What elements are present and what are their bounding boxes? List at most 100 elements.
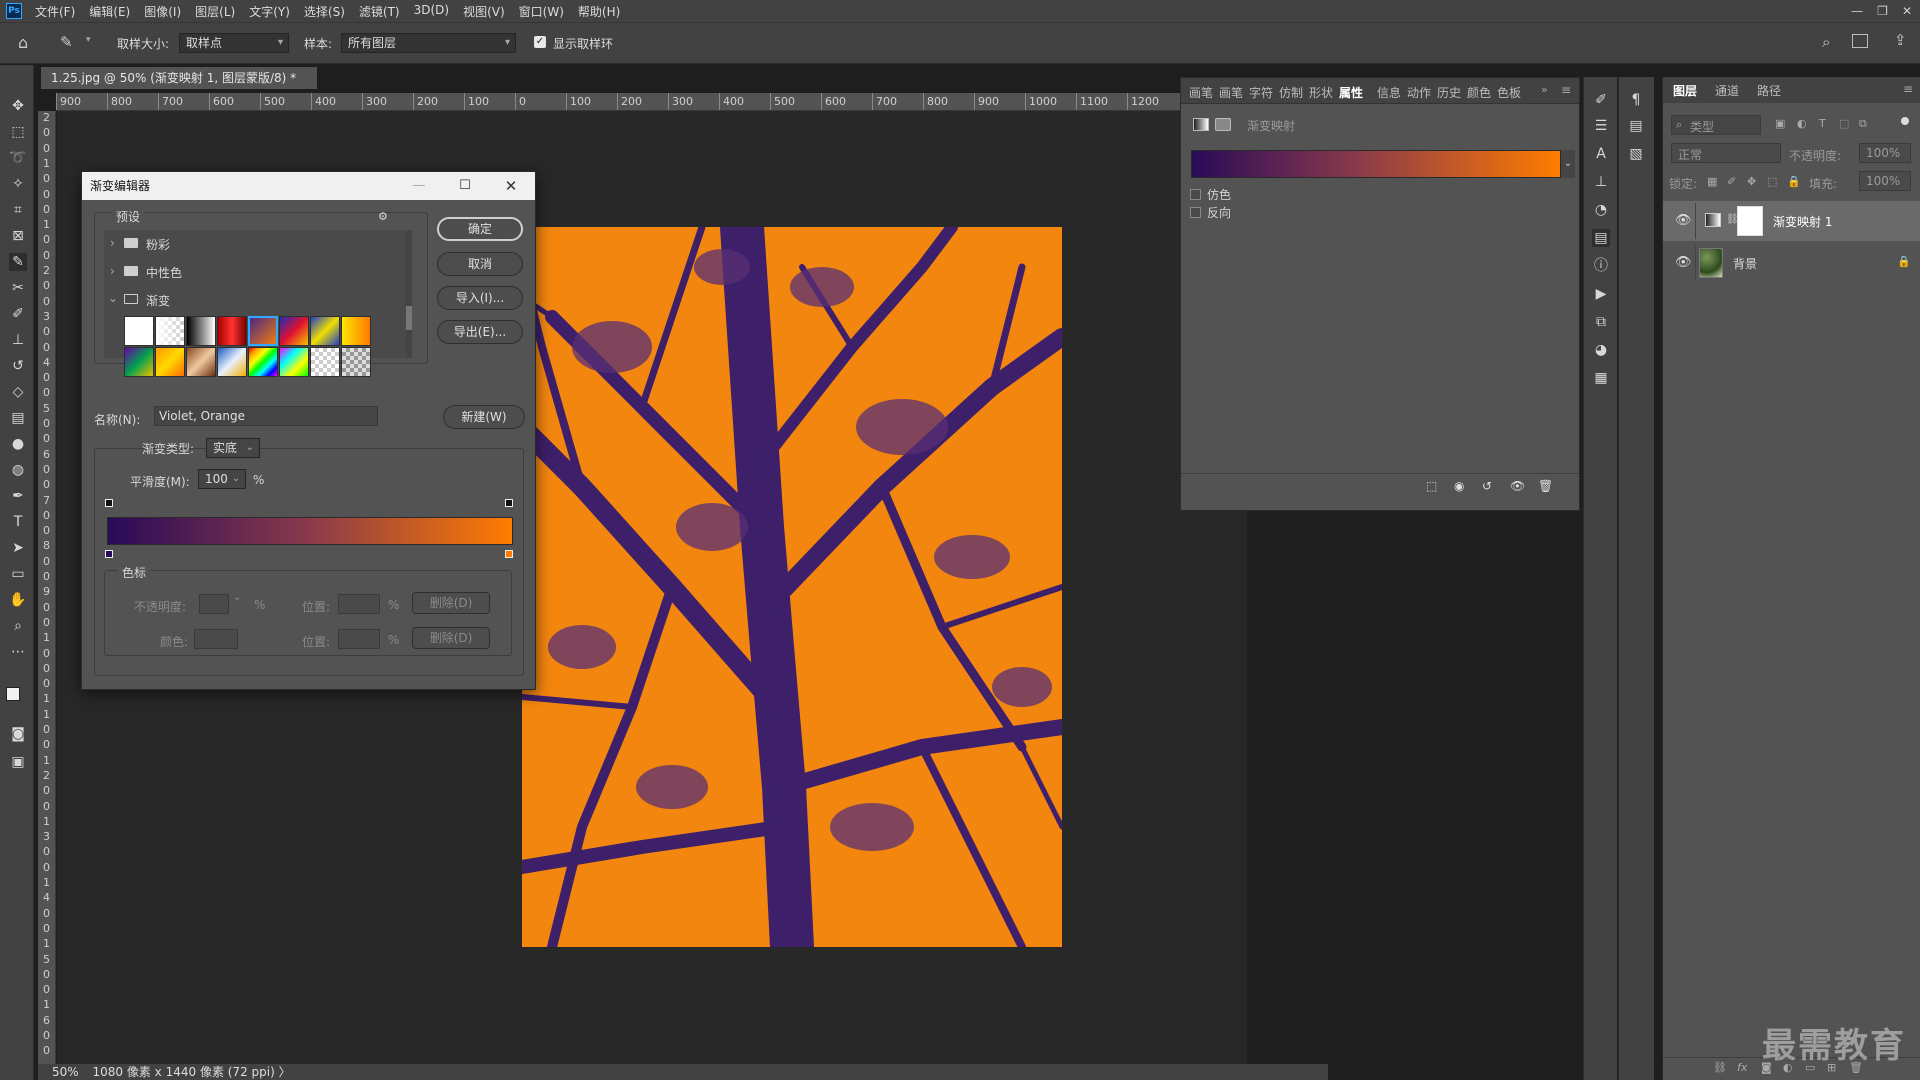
- brush-settings-icon[interactable]: ✐: [1592, 91, 1610, 109]
- rectangle-tool-icon[interactable]: ▭: [9, 565, 27, 583]
- color-stop-left[interactable]: [105, 550, 113, 558]
- gradient-swatch[interactable]: [186, 347, 216, 377]
- paragraph-icon[interactable]: ¶: [1627, 91, 1645, 109]
- frame-tool-icon[interactable]: ⊠: [9, 227, 27, 245]
- chevron-down-icon[interactable]: ⌄: [108, 291, 118, 305]
- folder-row[interactable]: ⌄ 渐变: [104, 286, 404, 312]
- gradient-swatch[interactable]: [279, 347, 309, 377]
- filter-toggle-icon[interactable]: [1901, 117, 1909, 125]
- menu-item[interactable]: 选择(S): [297, 3, 352, 20]
- fill-field[interactable]: 100%: [1859, 171, 1911, 191]
- chevron-right-icon[interactable]: 〉: [279, 1065, 291, 1079]
- close-icon[interactable]: ✕: [1902, 4, 1912, 18]
- visibility-icon[interactable]: 👁: [1675, 213, 1692, 228]
- ok-button[interactable]: 确定: [437, 217, 523, 241]
- folder-row[interactable]: › 中性色: [104, 258, 404, 284]
- tab-layers[interactable]: 图层: [1673, 82, 1697, 99]
- panel-menu-icon[interactable]: ≡: [1903, 82, 1913, 96]
- color-position-field[interactable]: [338, 629, 380, 649]
- more-tools-icon[interactable]: ⋯: [9, 643, 27, 661]
- lock-all-icon[interactable]: 🔒: [1787, 175, 1801, 188]
- properties-tab[interactable]: 属性: [1339, 84, 1363, 101]
- clone-source-icon[interactable]: ⊥: [1592, 173, 1610, 191]
- zoom-tool-icon[interactable]: ⌕: [9, 617, 27, 635]
- properties-tab[interactable]: 形状: [1309, 84, 1333, 101]
- lock-transparency-icon[interactable]: ▦: [1707, 175, 1717, 188]
- history-icon[interactable]: ⧉: [1592, 313, 1610, 331]
- gradient-swatch[interactable]: [186, 316, 216, 346]
- swatches-icon[interactable]: ▦: [1592, 369, 1610, 387]
- gradient-type-dropdown[interactable]: 实底 ⌄: [206, 438, 260, 458]
- menu-item[interactable]: 编辑(E): [82, 3, 137, 20]
- name-field[interactable]: Violet, Orange: [154, 406, 378, 426]
- layer-row[interactable]: 👁 ⛓ 渐变映射 1: [1663, 201, 1920, 241]
- libraries-icon[interactable]: ▤: [1627, 117, 1645, 135]
- gradient-map-bar[interactable]: [1191, 150, 1561, 178]
- properties-tab[interactable]: 动作: [1407, 84, 1431, 101]
- gradient-swatch[interactable]: [279, 316, 309, 346]
- gradient-swatch[interactable]: [217, 316, 247, 346]
- sample-dropdown[interactable]: 所有图层 ▾: [341, 33, 516, 53]
- lasso-tool-icon[interactable]: ➰: [9, 149, 27, 167]
- import-button[interactable]: 导入(I)...: [437, 286, 523, 310]
- filter-type-icon[interactable]: T: [1819, 117, 1826, 130]
- menu-item[interactable]: 帮助(H): [571, 3, 627, 20]
- filter-adjustment-icon[interactable]: ◐: [1797, 117, 1807, 130]
- move-tool-icon[interactable]: ✥: [9, 97, 27, 115]
- layer-thumbnail[interactable]: [1699, 248, 1723, 278]
- opacity-stop-right[interactable]: [505, 499, 513, 507]
- color-stop-right[interactable]: [505, 550, 513, 558]
- new-button[interactable]: 新建(W): [443, 405, 525, 429]
- character-icon[interactable]: A: [1592, 145, 1610, 163]
- trash-icon[interactable]: 🗑: [1538, 479, 1553, 493]
- maximize-icon[interactable]: ☐: [442, 172, 488, 200]
- chevron-down-icon[interactable]: ⌄: [233, 592, 241, 603]
- search-icon[interactable]: ⌕: [1822, 33, 1830, 51]
- menu-item[interactable]: 视图(V): [456, 3, 512, 20]
- dodge-tool-icon[interactable]: ◍: [9, 461, 27, 479]
- eraser-tool-icon[interactable]: ◇: [9, 383, 27, 401]
- type-tool-icon[interactable]: T: [9, 513, 27, 531]
- restore-icon[interactable]: ❐: [1877, 4, 1888, 18]
- visibility-icon[interactable]: 👁: [1510, 479, 1525, 493]
- history-brush-icon[interactable]: ↺: [9, 357, 27, 375]
- mask-icon[interactable]: [1215, 118, 1231, 131]
- status-zoom[interactable]: 50%: [38, 1065, 79, 1079]
- chevron-down-icon[interactable]: ▾: [86, 35, 91, 45]
- gradient-preview-bar[interactable]: [107, 517, 513, 545]
- menu-item[interactable]: 滤镜(T): [352, 3, 407, 20]
- smoothness-field[interactable]: 100 ⌄: [198, 469, 246, 489]
- eyedropper-tool-icon[interactable]: ✎: [60, 33, 73, 51]
- gradient-tool-icon[interactable]: ▤: [9, 409, 27, 427]
- delete-opacity-stop-button[interactable]: 删除(D): [412, 592, 490, 614]
- layer-mask-thumbnail[interactable]: [1737, 206, 1763, 236]
- chevron-down-icon[interactable]: ⌄: [1561, 150, 1575, 178]
- gradient-swatch[interactable]: [310, 316, 340, 346]
- blend-mode-dropdown[interactable]: 正常: [1671, 143, 1781, 163]
- gradient-swatch[interactable]: [341, 316, 371, 346]
- show-ring-checkbox[interactable]: ✓: [534, 36, 546, 48]
- info-icon[interactable]: ⓘ: [1592, 257, 1610, 275]
- lock-position-icon[interactable]: ✥: [1747, 175, 1756, 188]
- layer-filter-dropdown[interactable]: ⌕ 类型: [1671, 115, 1761, 135]
- lock-artboard-icon[interactable]: ⬚: [1767, 175, 1777, 188]
- opacity-stop-left[interactable]: [105, 499, 113, 507]
- brush-presets-icon[interactable]: ☰: [1592, 117, 1610, 135]
- scroll-thumb[interactable]: [406, 306, 412, 330]
- share-icon[interactable]: ⇪: [1894, 31, 1907, 49]
- view-previous-icon[interactable]: ◉: [1454, 479, 1464, 493]
- screen-mode-icon[interactable]: ▣: [9, 753, 27, 771]
- clip-to-layer-icon[interactable]: ⬚: [1426, 479, 1437, 493]
- minimize-icon[interactable]: —: [396, 172, 442, 200]
- layer-name[interactable]: 背景: [1733, 255, 1757, 272]
- notes-icon[interactable]: ▧: [1627, 145, 1645, 163]
- sample-size-dropdown[interactable]: 取样点 ▾: [179, 33, 289, 53]
- tab-paths[interactable]: 路径: [1757, 82, 1781, 99]
- shapes-icon[interactable]: ◔: [1592, 201, 1610, 219]
- opacity-field[interactable]: 100%: [1859, 143, 1911, 163]
- gear-icon[interactable]: ⚙: [378, 210, 388, 223]
- gradient-swatch[interactable]: [310, 347, 340, 377]
- folder-row[interactable]: › 粉彩: [104, 230, 404, 256]
- chevron-right-icon[interactable]: ›: [110, 264, 115, 278]
- foreground-color-swatch[interactable]: [6, 687, 20, 701]
